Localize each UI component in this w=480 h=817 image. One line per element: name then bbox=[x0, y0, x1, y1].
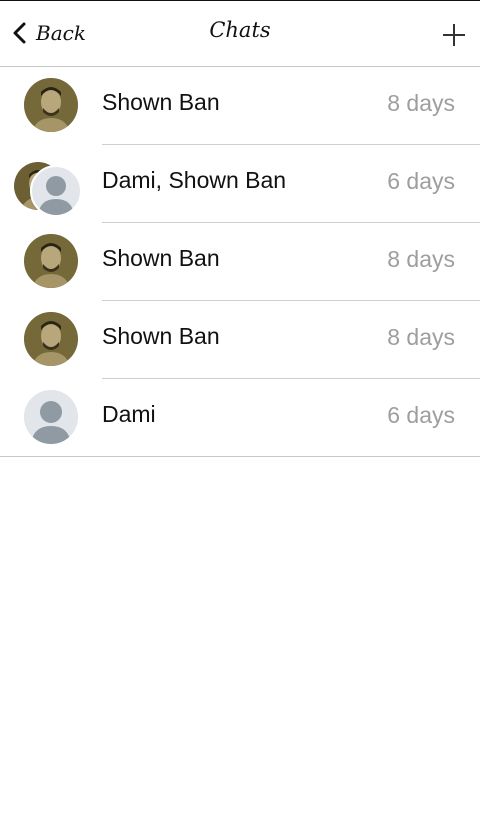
chat-name: Dami, Shown Ban bbox=[102, 167, 287, 193]
chat-name: Dami bbox=[102, 401, 156, 427]
chat-row[interactable]: Shown Ban 8 days bbox=[0, 223, 480, 301]
avatar bbox=[24, 234, 78, 288]
chat-row[interactable]: Shown Ban 8 days bbox=[0, 67, 480, 145]
page-title: Chats bbox=[209, 18, 271, 42]
chat-name: Shown Ban bbox=[102, 245, 220, 271]
avatar bbox=[24, 312, 78, 366]
list-bottom-divider bbox=[0, 456, 480, 457]
chat-row[interactable]: Shown Ban 8 days bbox=[0, 301, 480, 379]
chat-name: Shown Ban bbox=[102, 89, 220, 115]
chat-time: 6 days bbox=[387, 168, 455, 194]
chat-time: 8 days bbox=[387, 246, 455, 272]
person-icon bbox=[24, 390, 78, 444]
plus-icon[interactable] bbox=[440, 21, 468, 49]
chat-row[interactable]: Dami, Shown Ban 6 days bbox=[0, 145, 480, 223]
avatar bbox=[24, 78, 78, 132]
chat-list: Shown Ban 8 days Dami, Shown Ban 6 days … bbox=[0, 67, 480, 457]
chat-time: 6 days bbox=[387, 402, 455, 428]
default-avatar bbox=[24, 390, 78, 444]
chat-time: 8 days bbox=[387, 90, 455, 116]
default-avatar bbox=[30, 165, 82, 217]
chat-time: 8 days bbox=[387, 324, 455, 350]
group-avatar bbox=[14, 162, 82, 218]
nav-header: Back Chats bbox=[0, 1, 480, 67]
chat-row[interactable]: Dami 6 days bbox=[0, 379, 480, 457]
person-icon bbox=[38, 176, 74, 215]
chat-name: Shown Ban bbox=[102, 323, 220, 349]
